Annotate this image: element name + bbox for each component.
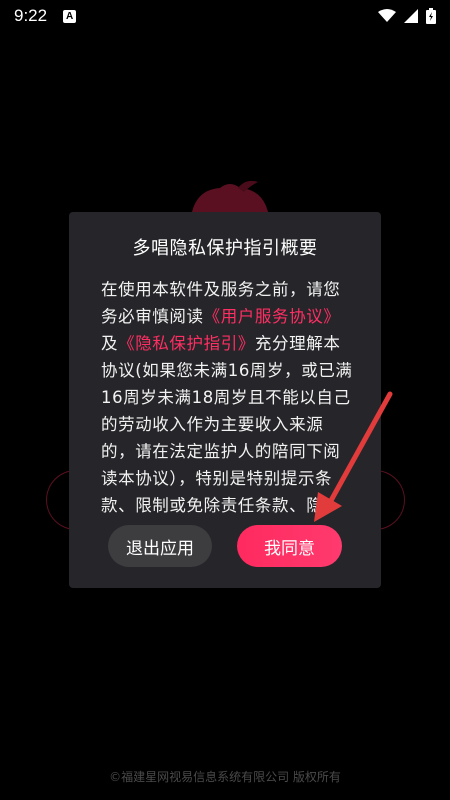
body-text-2: 及 xyxy=(101,334,119,353)
annotation-arrow-icon xyxy=(314,391,393,522)
signal-icon xyxy=(404,9,418,23)
copyright-text: ©福建星网视易信息系统有限公司 版权所有 xyxy=(109,770,341,784)
battery-icon xyxy=(426,8,436,24)
exit-app-button[interactable]: 退出应用 xyxy=(108,525,212,567)
status-time: 9:22 xyxy=(14,6,48,25)
status-icons xyxy=(378,8,436,24)
user-service-agreement-link[interactable]: 《用户服务协议》 xyxy=(204,307,341,326)
agree-button[interactable]: 我同意 xyxy=(237,525,342,567)
dialog-title: 多唱隐私保护指引概要 xyxy=(132,238,318,259)
status-bar: 9:22 A xyxy=(0,0,450,32)
wifi-icon xyxy=(378,9,396,22)
notification-badge-icon: A xyxy=(63,9,77,23)
privacy-guideline-link[interactable]: 《隐私保护指引》 xyxy=(118,334,255,353)
